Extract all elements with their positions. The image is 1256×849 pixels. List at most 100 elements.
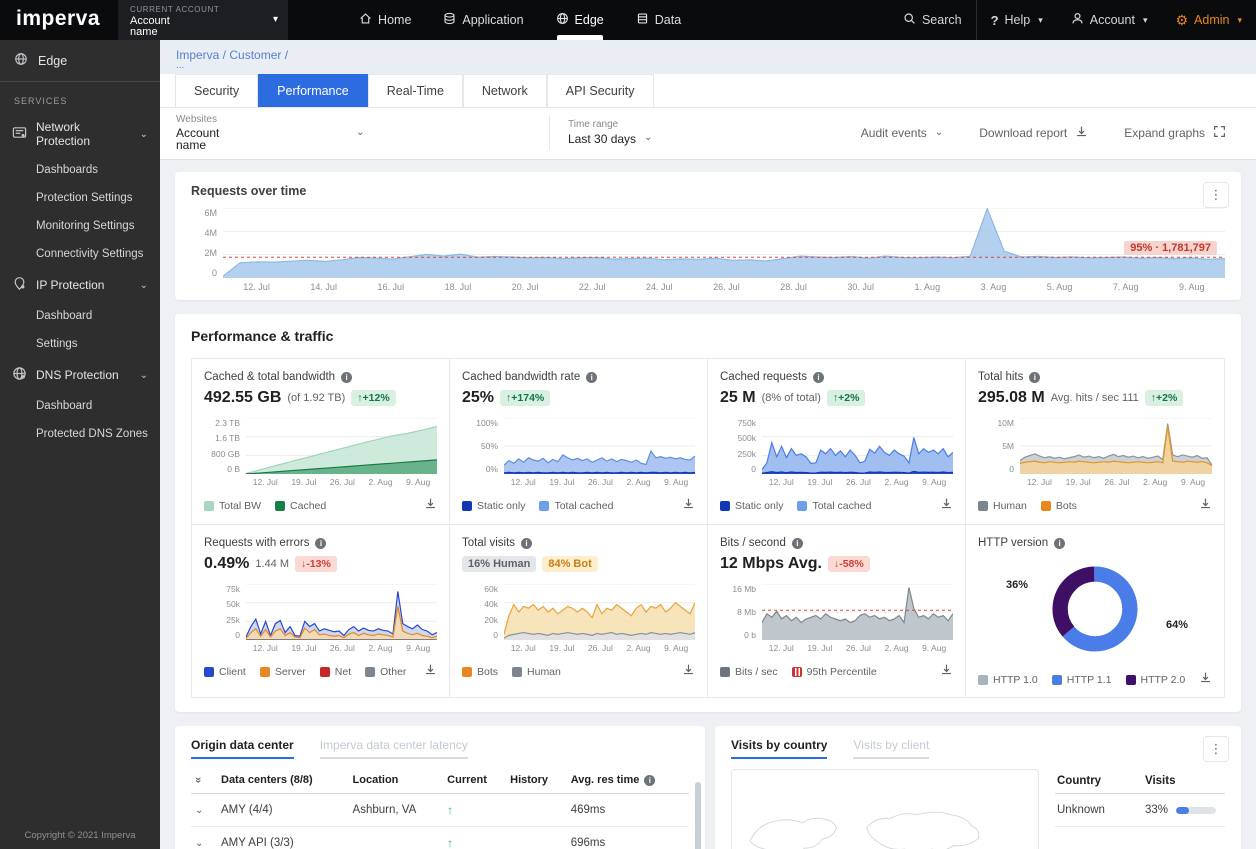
download-icon[interactable] — [682, 663, 695, 681]
audit-events-dropdown[interactable]: Audit events ⌄ — [847, 118, 957, 148]
country-column-header[interactable]: Country — [1057, 775, 1145, 787]
tab-security[interactable]: Security — [175, 74, 259, 107]
tab-origin-data-center[interactable]: Origin data center — [191, 738, 294, 759]
time-range-filter[interactable]: Time range Last 30 days ⌄ — [568, 119, 652, 146]
account-menu[interactable]: Account ▾ — [1057, 0, 1162, 40]
visits-column-header[interactable]: Visits — [1145, 775, 1175, 787]
legend-item: Total cached — [797, 500, 871, 512]
info-icon[interactable]: i — [791, 537, 803, 549]
sidebar-group-dns-protection[interactable]: DNS Protection ⌄ — [0, 358, 160, 392]
nav-items: Home Application Edge Data — [343, 0, 697, 40]
breadcrumb[interactable]: Imperva / Customer / — [176, 48, 1240, 62]
x-tick-label: 5. Aug — [1046, 282, 1073, 292]
metric-suffix: 1.44 M — [255, 558, 290, 570]
sidebar-item-protected-dns-zones[interactable]: Protected DNS Zones — [0, 420, 160, 448]
legend-swatch — [275, 501, 286, 511]
threshold-badge: 95% · 1,781,797 — [1124, 241, 1217, 255]
tab-api-security[interactable]: API Security — [546, 74, 654, 107]
legend-item: Net — [319, 666, 351, 678]
info-icon[interactable]: i — [315, 537, 327, 549]
sidebar-group-network-protection[interactable]: Network Protection ⌄ — [0, 112, 160, 156]
nav-item-home[interactable]: Home — [343, 0, 427, 40]
chevron-down-icon: ⌄ — [934, 127, 944, 138]
expand-icon — [1213, 125, 1226, 141]
legend-swatch — [539, 501, 550, 511]
current-account-selector[interactable]: CURRENT ACCOUNT Account name ▾ — [118, 0, 289, 40]
info-icon[interactable]: i — [586, 371, 598, 383]
metric-card-4: Total hits i 295.08 M Avg. hits / sec 111 ↑+… — [966, 359, 1224, 525]
legend-swatch — [978, 501, 988, 511]
column-header: History — [506, 767, 567, 794]
chevron-down-icon[interactable]: ⌄ — [195, 838, 203, 849]
tab-real-time[interactable]: Real-Time — [367, 74, 463, 107]
search-button[interactable]: Search — [889, 0, 976, 40]
download-icon[interactable] — [940, 663, 953, 681]
metric-value: 25 M — [720, 389, 756, 406]
sidebar-item-ip-dashboard[interactable]: Dashboard — [0, 302, 160, 330]
tab-visits-by-country[interactable]: Visits by country — [731, 738, 828, 759]
status-up-arrow-icon: ↑ — [447, 836, 454, 849]
info-icon[interactable]: i — [521, 537, 533, 549]
nav-item-edge[interactable]: Edge — [540, 0, 620, 40]
info-icon[interactable]: i — [644, 774, 656, 786]
dns-protection-icon — [12, 366, 27, 384]
sidebar-group-ip-protection[interactable]: IP Protection ⌄ — [0, 268, 160, 302]
download-report-button[interactable]: Download report — [965, 117, 1102, 149]
trend-badge: 16% Human — [462, 556, 537, 572]
help-menu[interactable]: ? Help ▾ — [977, 0, 1057, 40]
nav-item-application[interactable]: Application — [427, 0, 539, 40]
y-tick-label: 500k — [737, 433, 756, 444]
sidebar-item-monitoring-settings[interactable]: Monitoring Settings — [0, 212, 160, 240]
column-header: Avg. res time i — [566, 767, 689, 794]
download-icon[interactable] — [424, 663, 437, 681]
sidebar-root-edge[interactable]: Edge — [0, 40, 160, 82]
data-centers-table: » Data centers (8/8) Location Current Histor… — [191, 767, 689, 849]
table-row: ⌄ AMY (4/4) Ashburn, VA ↑ 469ms — [191, 793, 689, 827]
kebab-menu-icon[interactable]: ⋮ — [1203, 182, 1229, 208]
collapse-all-icon[interactable]: » — [192, 777, 204, 783]
y-tick-label: 0 — [211, 268, 217, 278]
chevron-down-icon[interactable]: ⌄ — [195, 805, 203, 816]
filter-bar: Websites Account name ⌄ Time range Last 3… — [160, 108, 1256, 160]
download-icon[interactable] — [1199, 671, 1212, 689]
trend-badge: ↑+174% — [500, 390, 551, 406]
sidebar-item-ip-settings[interactable]: Settings — [0, 330, 160, 358]
websites-filter[interactable]: Websites Account name ⌄ — [176, 114, 531, 151]
download-icon[interactable] — [1199, 497, 1212, 515]
scrollbar-thumb[interactable] — [695, 782, 701, 849]
sidebar-item-protection-settings[interactable]: Protection Settings — [0, 184, 160, 212]
tab-visits-by-client[interactable]: Visits by client — [853, 738, 930, 759]
performance-traffic-title: Performance & traffic — [191, 328, 334, 344]
search-icon — [903, 12, 916, 28]
dc-avg-res-time: 469ms — [566, 793, 689, 827]
sidebar-item-connectivity-settings[interactable]: Connectivity Settings — [0, 240, 160, 268]
sidebar-item-dns-dashboard[interactable]: Dashboard — [0, 392, 160, 420]
info-icon[interactable]: i — [1054, 537, 1066, 549]
websites-value: Account name — [176, 126, 220, 152]
trend-badge: ↓-13% — [295, 556, 337, 572]
y-tick-label: 0 B — [227, 463, 240, 474]
download-icon[interactable] — [940, 497, 953, 515]
kebab-menu-icon[interactable]: ⋮ — [1203, 736, 1229, 762]
legend-label: Bits / sec — [735, 666, 778, 678]
x-tick-label: 12. Jul — [768, 477, 794, 487]
dc-location — [348, 826, 444, 849]
x-tick-label: 2. Aug — [884, 643, 909, 653]
x-axis-labels: 12. Jul 19. Jul 26. Jul 2. Aug 9. Aug — [246, 474, 437, 487]
sidebar-item-dashboards[interactable]: Dashboards — [0, 156, 160, 184]
info-icon[interactable]: i — [812, 371, 824, 383]
tab-imperva-dc-latency[interactable]: Imperva data center latency — [319, 738, 468, 759]
tab-network[interactable]: Network — [462, 74, 547, 107]
info-icon[interactable]: i — [1029, 371, 1041, 383]
info-icon[interactable]: i — [341, 371, 353, 383]
metric-cards-grid: Cached & total bandwidth i 492.55 GB (of 1.… — [191, 358, 1225, 698]
nav-item-data[interactable]: Data — [620, 0, 697, 40]
download-icon[interactable] — [682, 497, 695, 515]
caret-down-icon: ▾ — [1038, 14, 1043, 25]
expand-graphs-button[interactable]: Expand graphs — [1110, 117, 1240, 149]
column-header: Data centers (8/8) — [217, 767, 349, 794]
admin-menu[interactable]: ⚙ Admin ▾ — [1161, 0, 1256, 40]
tab-performance[interactable]: Performance — [258, 74, 368, 107]
y-axis-labels: 6M 4M 2M 0 — [191, 208, 223, 278]
download-icon[interactable] — [424, 497, 437, 515]
